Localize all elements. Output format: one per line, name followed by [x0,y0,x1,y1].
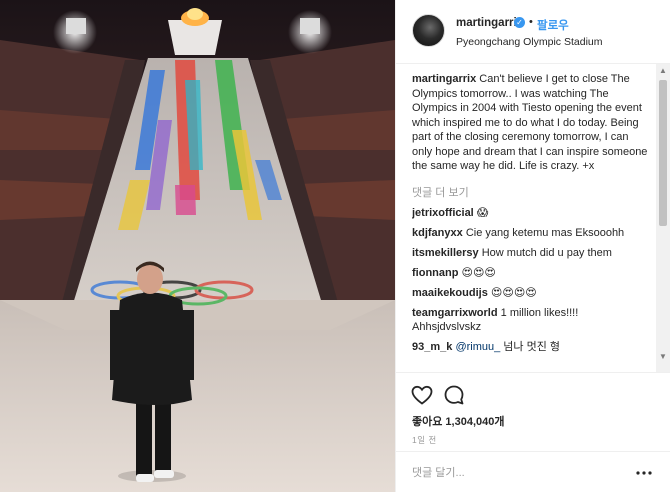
scroll-down-icon[interactable]: ▼ [656,350,670,364]
heart-icon[interactable] [410,383,434,407]
likes-count[interactable]: 좋아요 1,304,040개 [412,413,504,429]
post-timestamp[interactable]: 1일 전 [412,434,437,446]
comment-item: itsmekillersy How mutch did u pay them [412,246,648,261]
comment-username[interactable]: itsmekillersy [412,247,479,259]
comment-text: 넘나 멋진 형 [503,341,561,353]
comment-item: 93_m_k @rimuu_ 넘나 멋진 형 [412,340,648,355]
comment-text: 😱 [476,206,489,219]
comment-text: 😍😍😍 [461,266,496,279]
comment-item: fionnanp 😍😍😍 [412,266,648,281]
instagram-post: martingarrix ✓ • 팔로우 Pyeongchang Olympic… [0,0,670,492]
comment-text: 😍😍😍😍 [490,286,537,299]
verified-badge-icon: ✓ [514,17,525,28]
post-actions: 좋아요 1,304,040개 1일 전 [396,372,670,492]
comment-username[interactable]: teamgarrixworld [412,307,498,319]
post-photo[interactable] [0,0,395,492]
separator-dot: • [529,16,533,28]
add-comment-bar [396,451,670,493]
location-link[interactable]: Pyeongchang Olympic Stadium [456,36,603,48]
caption-text: Can't believe I get to close The Olympic… [412,73,648,172]
load-more-comments-button[interactable]: 댓글 더 보기 [412,184,648,200]
comment-bubble-icon[interactable] [442,383,466,407]
caption-username[interactable]: martingarrix [412,73,476,85]
comment-item: teamgarrixworld 1 million likes!!!! Ahhs… [412,306,648,335]
comment-text: Cie yang ketemu mas Eksooohh [465,226,625,239]
comment-text: How mutch did u pay them [481,246,612,259]
comment-item: kdjfanyxx Cie yang ketemu mas Eksooohh [412,226,648,241]
avatar[interactable] [412,14,445,47]
comment-item: jetrixofficial 😱 [412,206,648,221]
comment-username[interactable]: fionnanp [412,267,458,279]
stadium-photo-illustration [0,0,395,492]
comments-scrollbar[interactable]: ▲ ▼ [656,64,670,372]
comment-username[interactable]: jetrixofficial [412,207,474,219]
post-side-panel: martingarrix ✓ • 팔로우 Pyeongchang Olympic… [395,0,670,492]
post-header: martingarrix ✓ • 팔로우 Pyeongchang Olympic… [396,0,670,64]
caption: martingarrix Can't believe I get to clos… [412,72,648,174]
comment-username[interactable]: kdjfanyxx [412,227,463,239]
comment-username[interactable]: 93_m_k [412,341,452,353]
comment-username[interactable]: maaikekoudijs [412,287,488,299]
more-options-icon[interactable] [634,466,654,480]
comment-item: maaikekoudijs 😍😍😍😍 [412,286,648,301]
comments-list[interactable]: martingarrix Can't believe I get to clos… [412,72,648,372]
comment-input[interactable] [412,464,612,482]
scrollbar-thumb[interactable] [659,80,667,226]
scroll-up-icon[interactable]: ▲ [656,64,670,78]
comment-mention[interactable]: @rimuu_ [455,341,500,353]
follow-button[interactable]: 팔로우 [537,17,569,33]
